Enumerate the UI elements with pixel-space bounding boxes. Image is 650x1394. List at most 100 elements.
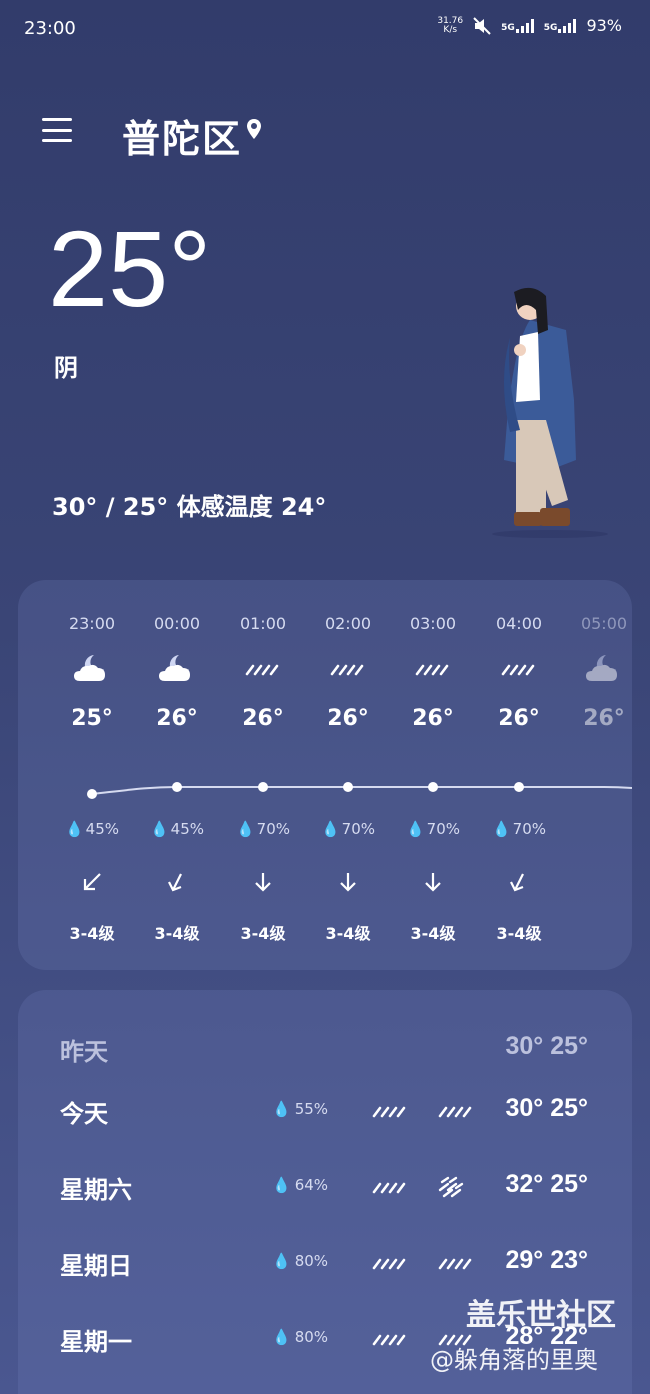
heavy-rain-icon bbox=[438, 1176, 464, 1198]
hourly-forecast-card[interactable]: 23:00 25° 💧 45% 3-4级 00:00 26° 💧 45% 3-4级 … bbox=[18, 580, 632, 970]
hour-temperature: 26° bbox=[583, 706, 625, 731]
wind-direction-icon bbox=[391, 870, 475, 900]
day-temperature: 30° 25° bbox=[505, 1094, 588, 1122]
daily-row[interactable]: 星期六 💧 64% 32° 25° bbox=[18, 1158, 632, 1218]
day-humidity: 💧 80% bbox=[272, 1252, 329, 1270]
day-humidity: 💧 80% bbox=[272, 1328, 329, 1346]
day-name: 昨天 bbox=[60, 1038, 108, 1066]
drop-icon: 💧 bbox=[320, 820, 340, 838]
hour-wind: 3-4级 bbox=[69, 924, 115, 943]
hour-time: 05:00 bbox=[580, 614, 628, 633]
hour-humidity: 💧 70% bbox=[405, 820, 461, 838]
mute-icon bbox=[473, 16, 491, 35]
hour-humidity: 💧 70% bbox=[320, 820, 376, 838]
network-type-1: 5G bbox=[501, 22, 515, 33]
battery-level: 93% bbox=[586, 16, 622, 35]
hour-temperature: 25° bbox=[71, 706, 113, 731]
weather-illustration bbox=[492, 287, 608, 538]
hour-temperature: 26° bbox=[327, 706, 369, 731]
temperature-trend-line bbox=[87, 782, 632, 799]
hour-wind: 3-4级 bbox=[325, 924, 371, 943]
hour-humidity: 💧 45% bbox=[149, 820, 205, 838]
hour-humidity: 💧 45% bbox=[64, 820, 120, 838]
hour-time: 00:00 bbox=[153, 614, 201, 633]
trend-point bbox=[428, 782, 438, 792]
drop-icon: 💧 bbox=[149, 820, 169, 838]
signal-icon bbox=[558, 18, 577, 33]
day-humidity: 💧 55% bbox=[272, 1100, 329, 1118]
rain-icon bbox=[372, 1106, 406, 1118]
wind-direction-icon bbox=[306, 870, 390, 900]
drop-icon: 💧 bbox=[64, 820, 84, 838]
rain-icon bbox=[372, 1258, 406, 1270]
hour-time: 02:00 bbox=[324, 614, 372, 633]
rain-icon bbox=[477, 648, 561, 688]
rain-icon bbox=[372, 1182, 406, 1194]
network-speed-unit: K/s bbox=[443, 24, 458, 35]
trend-point bbox=[172, 782, 182, 792]
location-pin-icon[interactable] bbox=[246, 118, 262, 140]
day-temperature: 29° 23° bbox=[505, 1246, 588, 1274]
rain-icon bbox=[438, 1258, 472, 1270]
drop-icon: 💧 bbox=[405, 820, 425, 838]
hour-wind: 3-4级 bbox=[154, 924, 200, 943]
trend-point bbox=[343, 782, 353, 792]
hour-temperature: 26° bbox=[156, 706, 198, 731]
hour-time: 01:00 bbox=[239, 614, 287, 633]
hour-humidity: 💧 70% bbox=[491, 820, 547, 838]
day-name: 星期一 bbox=[60, 1328, 132, 1356]
rain-icon bbox=[306, 648, 390, 688]
rain-icon bbox=[438, 1106, 472, 1118]
day-humidity: 💧 64% bbox=[272, 1176, 329, 1194]
status-icons: 31.76 K/s 5G 5G 93% bbox=[437, 16, 622, 35]
day-temperature: 32° 25° bbox=[505, 1170, 588, 1198]
trend-point bbox=[87, 789, 97, 799]
watermark-site: 盖乐世社区 bbox=[466, 1298, 616, 1333]
rain-icon bbox=[221, 648, 305, 688]
day-name: 今天 bbox=[60, 1100, 108, 1128]
rain-icon bbox=[372, 1334, 406, 1346]
drop-icon: 💧 bbox=[235, 820, 255, 838]
hour-humidity: 💧 70% bbox=[235, 820, 291, 838]
current-temperature: 25° bbox=[48, 208, 212, 329]
trend-point bbox=[514, 782, 524, 792]
moon-cloud-icon bbox=[135, 648, 219, 688]
day-name: 星期六 bbox=[60, 1176, 132, 1204]
hour-time: 23:00 bbox=[68, 614, 116, 633]
wind-direction-icon bbox=[221, 870, 305, 900]
drop-icon: 💧 bbox=[491, 820, 511, 838]
daily-row[interactable]: 星期日 💧 80% 29° 23° bbox=[18, 1234, 632, 1294]
daily-row[interactable]: 今天 💧 55% 30° 25° bbox=[18, 1082, 632, 1142]
drop-icon: 💧 bbox=[272, 1252, 291, 1270]
daily-row-yesterday[interactable]: 昨天 30° 25° bbox=[18, 1020, 632, 1080]
drop-icon: 💧 bbox=[272, 1176, 291, 1194]
wind-direction-icon bbox=[50, 870, 134, 900]
current-condition: 阴 bbox=[54, 354, 78, 382]
rain-icon bbox=[391, 648, 475, 688]
hour-time: 03:00 bbox=[409, 614, 457, 633]
drop-icon: 💧 bbox=[272, 1100, 291, 1118]
hour-wind: 3-4级 bbox=[410, 924, 456, 943]
moon-cloud-icon bbox=[50, 648, 134, 688]
trend-point bbox=[258, 782, 268, 792]
hour-wind: 3-4级 bbox=[496, 924, 542, 943]
day-temperature: 30° 25° bbox=[505, 1032, 588, 1060]
network-type-2: 5G bbox=[543, 22, 558, 33]
wind-direction-icon bbox=[135, 870, 219, 900]
menu-icon[interactable] bbox=[42, 118, 72, 142]
city-name[interactable]: 普陀区 bbox=[122, 108, 242, 163]
status-time: 23:00 bbox=[24, 18, 76, 39]
hour-time: 04:00 bbox=[495, 614, 543, 633]
temperature-range: 30° / 25° 体感温度 24° bbox=[52, 493, 327, 521]
hour-temperature: 26° bbox=[242, 706, 284, 731]
watermark-author: @躲角落的里奥 bbox=[430, 1346, 598, 1374]
hour-temperature: 26° bbox=[498, 706, 540, 731]
network-speed: 31.76 K/s bbox=[437, 16, 463, 35]
hour-wind: 3-4级 bbox=[240, 924, 286, 943]
moon-cloud-icon bbox=[562, 648, 632, 688]
drop-icon: 💧 bbox=[272, 1328, 291, 1346]
wind-direction-icon bbox=[477, 870, 561, 900]
signal-icon bbox=[515, 18, 534, 33]
day-name: 星期日 bbox=[60, 1252, 132, 1280]
hour-temperature: 26° bbox=[412, 706, 454, 731]
